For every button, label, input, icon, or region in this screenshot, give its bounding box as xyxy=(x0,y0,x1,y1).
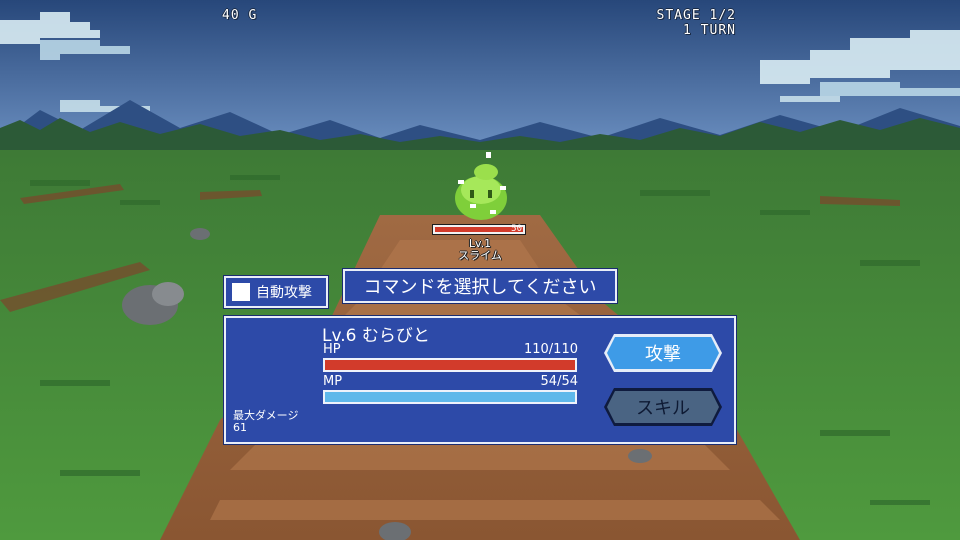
hp-value: 110/110 xyxy=(523,342,578,357)
mp-bar xyxy=(323,390,577,404)
max-damage: 最大ダメージ 61 xyxy=(233,410,298,434)
skill-button-label: スキル xyxy=(607,391,719,423)
auto-attack-checkbox[interactable] xyxy=(232,283,250,301)
auto-attack-label: 自動攻撃 xyxy=(256,285,312,301)
auto-attack-toggle[interactable]: 自動攻撃 xyxy=(224,276,328,308)
battle-status-panel: Lv.6 むらびと HP 110/110 MP 54/54 最大ダメージ 61 … xyxy=(224,316,736,444)
command-prompt: コマンドを選択してください xyxy=(343,269,617,303)
hp-bar-fill xyxy=(325,360,575,370)
stage-info: STAGE 1/2 1 TURN xyxy=(657,8,736,38)
enemy-hp-fill xyxy=(435,227,523,232)
enemy-hp-value: 50 xyxy=(511,224,522,234)
enemy-info: Lv.1 スライム xyxy=(430,238,530,262)
enemy-name: スライム xyxy=(458,249,502,262)
mp-value: 54/54 xyxy=(540,374,578,389)
hp-bar xyxy=(323,358,577,372)
mp-label: MP xyxy=(323,374,343,389)
stage-counter: STAGE 1/2 xyxy=(656,8,736,23)
enemy-hp-bar: 50 xyxy=(432,224,526,235)
attack-button-label: 攻撃 xyxy=(607,337,719,369)
skill-button[interactable]: スキル xyxy=(604,388,722,426)
hp-label: HP xyxy=(323,342,341,357)
turn-counter: 1 TURN xyxy=(683,23,736,38)
attack-button[interactable]: 攻撃 xyxy=(604,334,722,372)
gold-counter: 40 G xyxy=(222,8,258,23)
max-damage-value: 61 xyxy=(233,421,247,434)
mp-bar-fill xyxy=(325,392,575,402)
